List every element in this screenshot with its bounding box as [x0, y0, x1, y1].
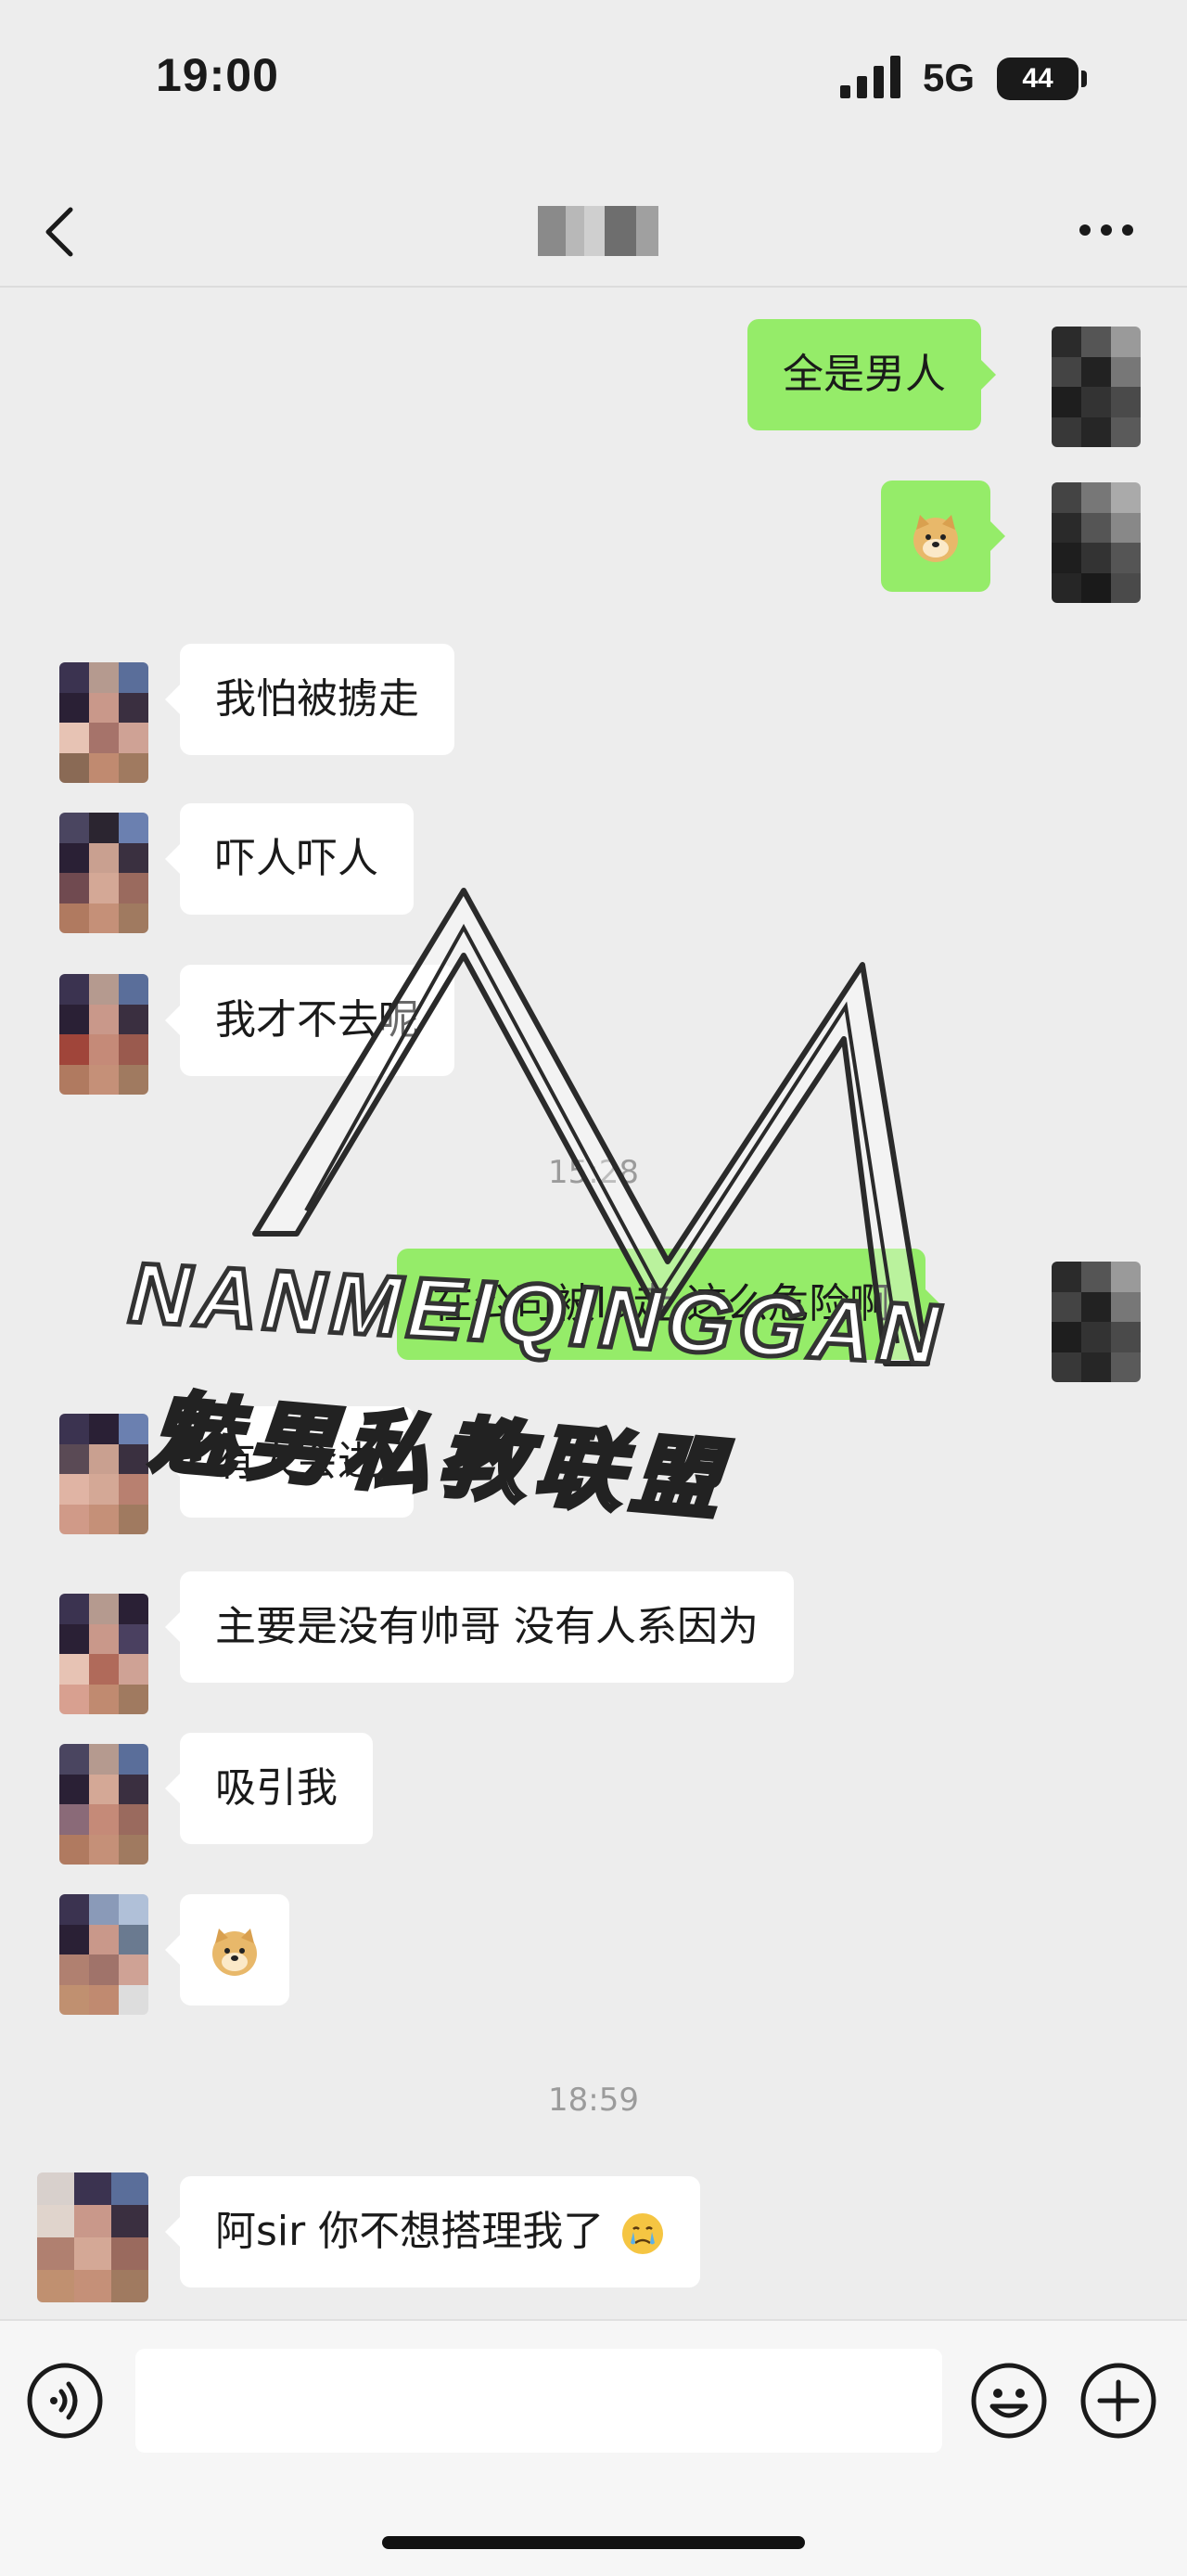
chat-header [0, 167, 1187, 288]
contact-avatar[interactable] [59, 1414, 148, 1534]
home-indicator [382, 2536, 805, 2549]
incoming-sticker-message[interactable] [165, 1894, 289, 2006]
battery-tip [1081, 70, 1087, 87]
incoming-message[interactable]: 阿sir 你不想搭理我了 [164, 2176, 701, 2288]
signal-icon [840, 56, 900, 98]
message-timestamp: 18:59 [548, 2082, 639, 2119]
incoming-message[interactable]: 我才不去呢 [165, 965, 454, 1076]
my-avatar[interactable] [1052, 327, 1141, 447]
contact-avatar[interactable] [59, 1744, 148, 1865]
contact-avatar[interactable] [59, 662, 148, 783]
doge-emoji-icon [212, 1929, 257, 1976]
back-arrow-icon[interactable] [41, 206, 78, 258]
contact-avatar[interactable] [59, 974, 148, 1095]
contact-avatar[interactable] [59, 1894, 148, 2015]
emoji-picker-icon[interactable] [970, 2362, 1048, 2440]
my-avatar[interactable] [1052, 1262, 1141, 1382]
incoming-message-text: 阿sir 你不想搭理我了 [215, 2208, 605, 2255]
incoming-message[interactable]: 主要是没有帅哥 没有人系因为 [165, 1571, 794, 1683]
incoming-message[interactable]: 吓人吓人 [165, 803, 414, 915]
outgoing-sticker-message[interactable] [881, 481, 1005, 592]
incoming-message[interactable]: 我怕被掳走 [165, 644, 454, 755]
message-input[interactable] [135, 2349, 942, 2453]
crying-face-emoji-icon [622, 2213, 664, 2254]
doge-emoji-icon [913, 515, 958, 562]
voice-input-icon[interactable] [26, 2362, 104, 2440]
message-timestamp: 15:28 [548, 1154, 639, 1191]
battery-icon: 44 [997, 58, 1079, 100]
status-time: 19:00 [156, 49, 279, 101]
contact-avatar[interactable] [59, 813, 148, 933]
contact-name-pixelated [538, 206, 658, 256]
status-bar: 19:00 5G 44 [0, 0, 1187, 167]
my-avatar[interactable] [1052, 482, 1141, 603]
contact-avatar[interactable] [37, 2172, 148, 2302]
more-options-icon[interactable] [1078, 223, 1135, 237]
outgoing-message[interactable]: 全是男人 [747, 319, 996, 430]
contact-avatar[interactable] [59, 1594, 148, 1714]
plus-more-icon[interactable] [1079, 2362, 1157, 2440]
incoming-message[interactable]: 吸引我 [165, 1733, 373, 1844]
network-type: 5G [923, 56, 976, 99]
